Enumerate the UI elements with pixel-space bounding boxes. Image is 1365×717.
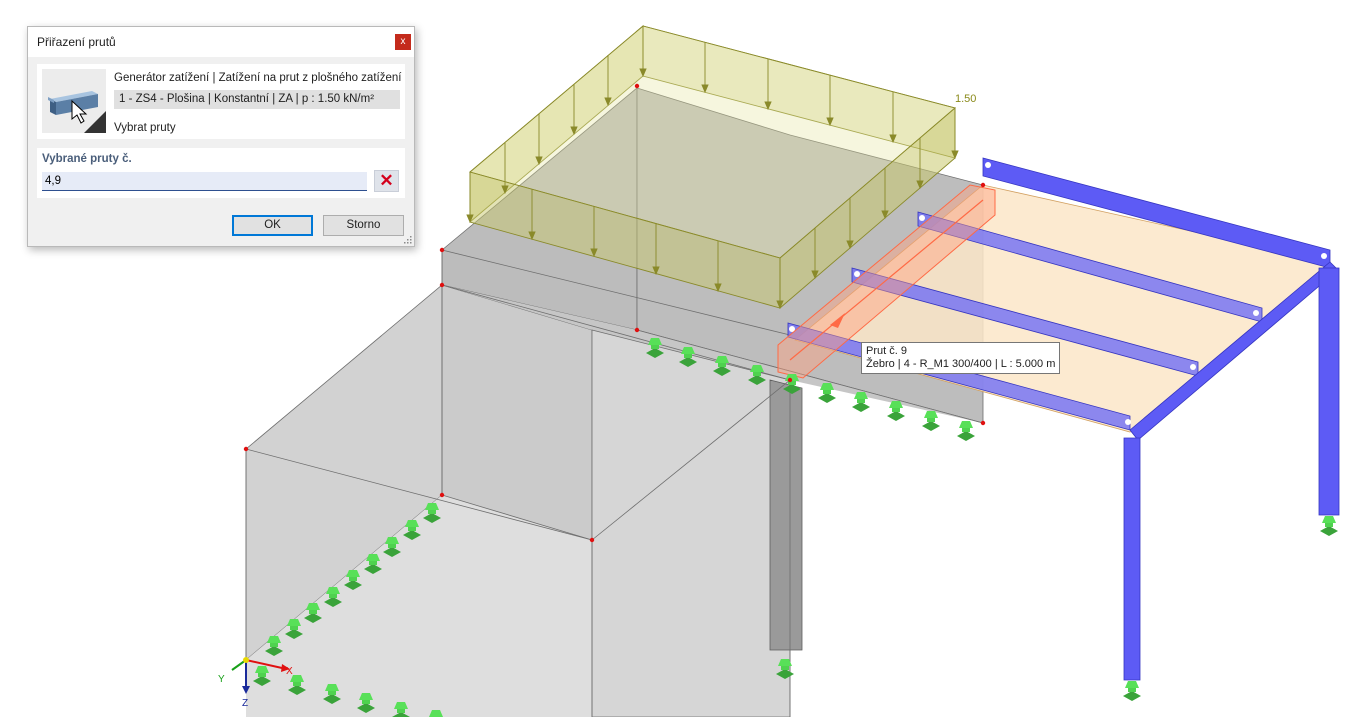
member-tooltip: Prut č. 9 Žebro | 4 - R_M1 300/400 | L :…: [861, 342, 1061, 374]
tooltip-title: Prut č. 9: [866, 345, 907, 357]
dialog-title-bar[interactable]: Přiřazení prutů x: [28, 27, 414, 57]
resize-grip-icon[interactable]: [403, 235, 412, 244]
load-info-panel: Generátor zatížení | Zatížení na prut z …: [37, 64, 405, 139]
load-value-label: 1.50: [955, 93, 976, 105]
ok-button[interactable]: OK: [232, 215, 313, 236]
axis-z-label: Z: [242, 698, 248, 709]
clear-selection-button[interactable]: ✕: [374, 170, 399, 192]
generator-description: Generátor zatížení | Zatížení na prut z …: [114, 72, 402, 84]
selected-members-input[interactable]: [42, 172, 367, 191]
axis-x-label: X: [286, 666, 293, 677]
load-case-description: 1 - ZS4 - Plošina | Konstantní | ZA | p …: [114, 90, 400, 109]
select-members-hint: Vybrat pruty: [114, 122, 176, 134]
close-button[interactable]: x: [395, 34, 411, 50]
cancel-button[interactable]: Storno: [323, 215, 404, 236]
selected-members-section: Vybrané pruty č. ✕: [37, 148, 405, 198]
axis-y-label: Y: [218, 674, 225, 685]
assign-members-dialog: Přiřazení prutů x Generátor zatížení | Z…: [27, 26, 415, 247]
dialog-title: Přiřazení prutů: [37, 35, 116, 49]
tooltip-detail: Žebro | 4 - R_M1 300/400 | L : 5.000 m: [866, 358, 1056, 370]
beam-pointer-icon: [42, 69, 106, 133]
selected-members-label: Vybrané pruty č.: [42, 153, 132, 165]
